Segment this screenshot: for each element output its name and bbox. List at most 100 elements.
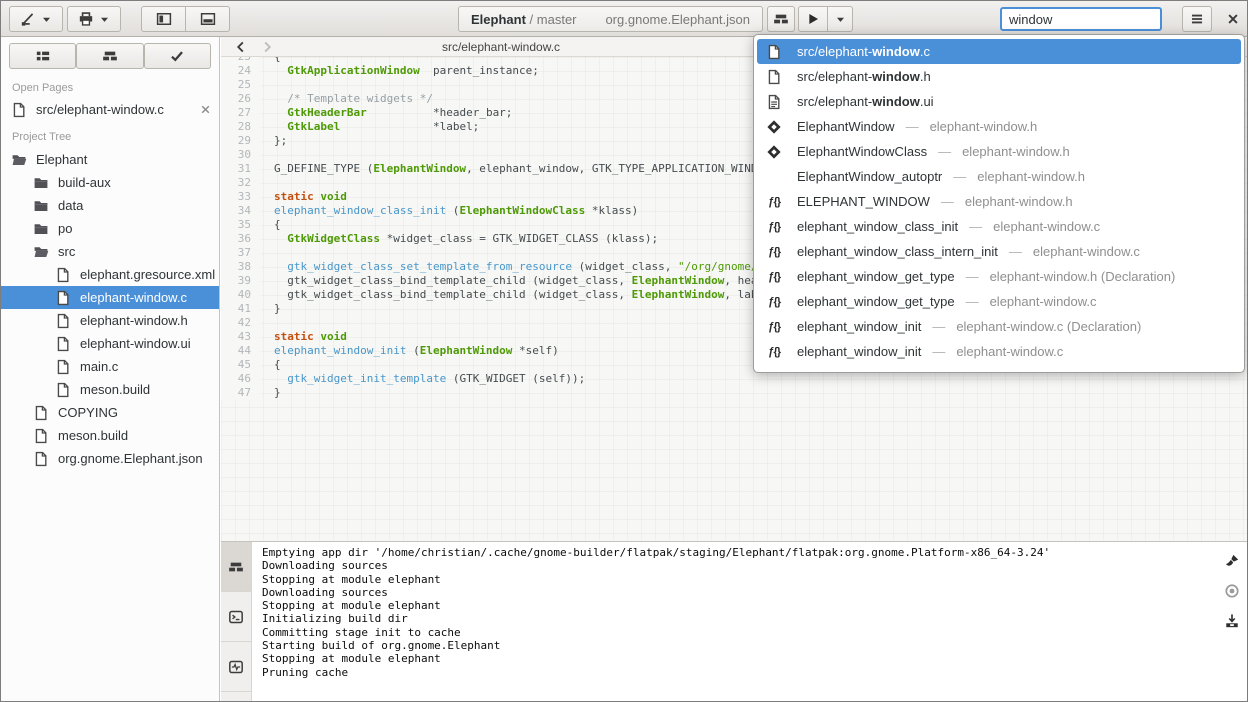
sidebar-tab-group [9,43,211,69]
run-button[interactable] [798,6,828,32]
line-number: 43 [221,330,261,344]
search-result-title: src/elephant-window.h [797,69,931,84]
search-result-item[interactable]: ƒ{}elephant_window_get_type—elephant-win… [757,264,1241,289]
tree-item-elephant.gresource.xml[interactable]: elephant.gresource.xml [1,263,219,286]
search-result-item[interactable]: ƒ{}elephant_window_get_type—elephant-win… [757,289,1241,314]
search-result-item[interactable]: src/elephant-window.c [757,39,1241,64]
tree-item-src[interactable]: src [1,240,219,263]
tab-build-output[interactable] [221,542,251,592]
log-line: Stopping at module elephant [262,652,1207,665]
line-number: 37 [221,246,261,260]
func-icon: ƒ{} [766,244,782,260]
run-options-dropdown-button[interactable] [827,6,853,32]
tree-item-data[interactable]: data [1,194,219,217]
tab-terminal[interactable] [221,592,251,642]
tree-item-org.gnome.Elephant.json[interactable]: org.gnome.Elephant.json [1,447,219,470]
tree-item-main.c[interactable]: main.c [1,355,219,378]
search-result-item[interactable]: ƒ{}ELEPHANT_WINDOW—elephant-window.h [757,189,1241,214]
line-number: 46 [221,372,261,386]
search-result-title: elephant_window_class_intern_init [797,244,998,259]
device-icon [78,11,94,27]
file-icon [55,267,71,283]
tree-item-label: elephant-window.h [80,313,188,328]
open-page-item[interactable]: src/elephant-window.c [1,97,219,122]
sidebar-tab-pages[interactable] [9,43,76,69]
search-result-item[interactable]: ElephantWindow—elephant-window.h [757,114,1241,139]
search-result-item[interactable]: ƒ{}elephant_window_class_init—elephant-w… [757,214,1241,239]
tab-runtime-terminal[interactable] [221,642,251,692]
build-icon [228,559,244,575]
sidebar-tab-build[interactable] [76,43,143,69]
build-button[interactable] [767,6,795,32]
file-icon [33,451,49,467]
code-text: GtkApplicationWindow parent_instance; [261,64,539,78]
line-number: 42 [221,316,261,330]
search-result-location: elephant-window.c [1033,244,1140,259]
line-number: 39 [221,274,261,288]
search-result-item[interactable]: ElephantWindowClass—elephant-window.h [757,139,1241,164]
dash-separator: — [969,219,982,234]
search-result-title: ELEPHANT_WINDOW [797,194,930,209]
tree-item-meson.build[interactable]: meson.build [1,424,219,447]
code-text: } [261,386,281,400]
code-text [261,78,274,92]
search-result-item[interactable]: src/elephant-window.ui [757,89,1241,114]
close-icon [1225,11,1241,27]
tree-item-label: build-aux [58,175,111,190]
search-result-item[interactable]: ElephantWindow_autoptr—elephant-window.h [757,164,1241,189]
build-log-output[interactable]: Emptying app dir '/home/christian/.cache… [252,542,1217,701]
tree-item-meson.build[interactable]: meson.build [1,378,219,401]
record-icon[interactable] [1224,583,1240,599]
line-number: 35 [221,218,261,232]
gnome-builder-window: Elephant / master org.gnome.Elephant.jso… [0,0,1248,702]
search-result-title: elephant_window_class_init [797,219,958,234]
search-result-title: elephant_window_get_type [797,269,955,284]
code-text [261,176,274,190]
code-text: G_DEFINE_TYPE (ElephantWindow, elephant_… [261,162,777,176]
line-number: 26 [221,92,261,106]
edit-tool-dropdown-button[interactable] [9,6,63,32]
device-dropdown-button[interactable] [67,6,121,32]
search-result-title: elephant_window_init [797,319,921,334]
tree-item-Elephant[interactable]: Elephant [1,148,219,171]
clear-log-button[interactable] [1224,553,1240,569]
search-result-item[interactable]: ƒ{}elephant_window_init—elephant-window.… [757,339,1241,364]
project-tree: Elephant build-aux dataposrc elephant.greso… [1,148,219,470]
search-result-location: elephant-window.h [962,144,1070,159]
search-result-item[interactable]: ƒ{}elephant_window_init—elephant-window.… [757,314,1241,339]
toggle-bottom-panel-button[interactable] [185,6,230,32]
menu-icon [1189,11,1205,27]
tree-item-build-aux[interactable]: build-aux [1,171,219,194]
close-page-icon[interactable] [200,104,211,115]
tree-item-COPYING[interactable]: COPYING [1,401,219,424]
search-result-location: elephant-window.h [977,169,1085,184]
window-close-button[interactable] [1220,6,1246,32]
code-text: static void [261,330,347,344]
sidebar-tab-todo[interactable] [144,43,211,69]
log-line: Committing stage init to cache [262,626,1207,639]
code-text: GtkHeaderBar *header_bar; [261,106,512,120]
search-result-item[interactable]: ƒ{}elephant_window_class_intern_init—ele… [757,239,1241,264]
search-result-item[interactable]: src/elephant-window.h [757,64,1241,89]
search-result-title: elephant_window_get_type [797,294,955,309]
caret-down-icon [835,14,846,25]
code-text: gtk_widget_init_template (GTK_WIDGET (se… [261,372,585,386]
file-icon [55,313,71,329]
tree-item-label: elephant.gresource.xml [80,267,215,282]
tree-item-elephant-window.h[interactable]: elephant-window.h [1,309,219,332]
func-icon: ƒ{} [766,269,782,285]
tree-item-elephant-window.ui[interactable]: elephant-window.ui [1,332,219,355]
tree-item-po[interactable]: po [1,217,219,240]
code-text: { [261,218,281,232]
log-line: Initializing build dir [262,612,1207,625]
code-text: elephant_window_class_init (ElephantWind… [261,204,638,218]
menu-button[interactable] [1182,6,1212,32]
line-number: 33 [221,190,261,204]
tree-item-elephant-window.c[interactable]: elephant-window.c [1,286,219,309]
code-text: GtkLabel *label; [261,120,479,134]
save-log-button[interactable] [1224,613,1240,629]
code-line: 46 gtk_widget_init_template (GTK_WIDGET … [221,372,1247,386]
toggle-left-panel-button[interactable] [141,6,186,32]
global-search-input[interactable] [1000,7,1162,31]
omnibar-build-status[interactable]: Elephant / master org.gnome.Elephant.jso… [458,6,763,32]
